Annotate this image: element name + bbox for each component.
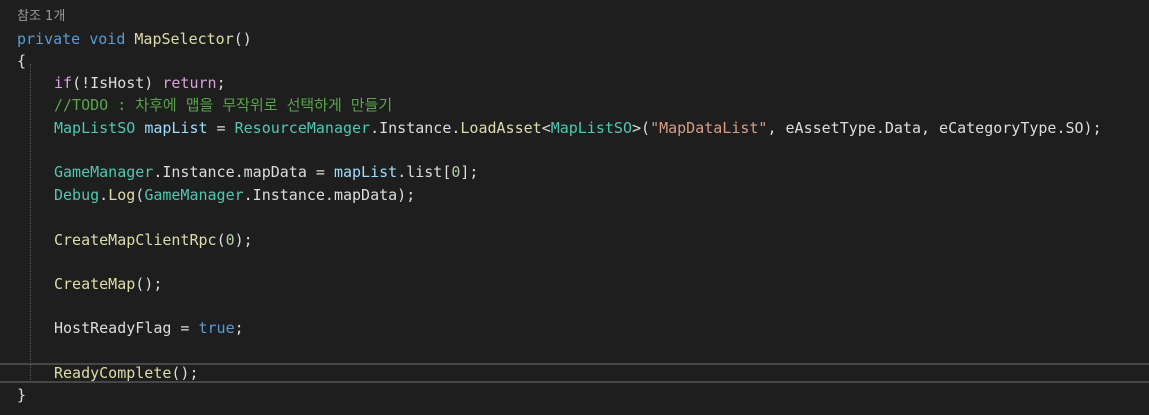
member-access: .Instance. bbox=[370, 119, 461, 137]
arguments: , eAssetType.Data, eCategoryType.SO); bbox=[767, 119, 1102, 137]
code-line-host-ready-flag[interactable]: HostReadyFlag = true; bbox=[17, 317, 244, 339]
method-name: MapSelector bbox=[134, 30, 234, 48]
code-line-open-brace[interactable]: { bbox=[17, 50, 26, 72]
method-createmapclientrpc: CreateMapClientRpc bbox=[54, 231, 217, 249]
method-loadasset: LoadAsset bbox=[460, 119, 542, 137]
method-createmap: CreateMap bbox=[54, 275, 136, 293]
type-maplistso-generic: MapListSO bbox=[550, 119, 632, 137]
assignment-hostreadyflag: HostReadyFlag = bbox=[54, 319, 199, 337]
open-brace: { bbox=[17, 52, 27, 70]
code-editor[interactable]: 참조 1개 private void MapSelector() { if(!I… bbox=[0, 0, 1149, 415]
punctuation: () bbox=[233, 30, 252, 48]
generic-close: >( bbox=[632, 119, 651, 137]
code-line-assign-mapdata[interactable]: GameManager.Instance.mapData = mapList.l… bbox=[17, 161, 478, 183]
close-brace: } bbox=[17, 386, 27, 404]
semicolon: ; bbox=[216, 74, 226, 92]
string-mapdatalist: "MapDataList" bbox=[650, 119, 768, 137]
call-parens: (); bbox=[135, 275, 163, 293]
paren-close: ); bbox=[234, 231, 253, 249]
member-access: .Instance.mapData); bbox=[243, 186, 416, 204]
codelens-references[interactable]: 참조 1개 bbox=[17, 6, 65, 28]
paren-open: ( bbox=[135, 186, 145, 204]
code-line-create-map-client-rpc[interactable]: CreateMapClientRpc(0); bbox=[17, 229, 253, 251]
number-zero: 0 bbox=[225, 231, 235, 249]
paren-open: ( bbox=[216, 231, 226, 249]
code-line-method-signature[interactable]: private void MapSelector() bbox=[17, 28, 252, 50]
type-gamemanager: GameManager bbox=[54, 163, 154, 181]
type-gamemanager: GameManager bbox=[144, 186, 244, 204]
code-line-close-brace[interactable]: } bbox=[17, 384, 26, 406]
generic-open: < bbox=[541, 119, 551, 137]
todo-comment: //TODO : 차후에 맵을 무작위로 선택하게 만들기 bbox=[54, 96, 393, 114]
member-access: .Instance.mapData = bbox=[153, 163, 334, 181]
type-maplistso: MapListSO bbox=[54, 119, 136, 137]
code-line-todo-comment[interactable]: //TODO : 차후에 맵을 무작위로 선택하게 만들기 bbox=[17, 94, 392, 116]
semicolon: ; bbox=[234, 319, 244, 337]
keyword-return: return bbox=[162, 74, 217, 92]
index-close: ]; bbox=[460, 163, 479, 181]
keyword-if: if bbox=[54, 74, 73, 92]
call-parens: (); bbox=[171, 364, 199, 382]
type-debug: Debug bbox=[54, 186, 100, 204]
assign-operator: = bbox=[207, 119, 235, 137]
variable-maplist: mapList bbox=[144, 119, 208, 137]
dot: . bbox=[99, 186, 109, 204]
keyword-void: void bbox=[89, 30, 126, 48]
code-line-debug-log[interactable]: Debug.Log(GameManager.Instance.mapData); bbox=[17, 184, 415, 206]
code-line-if-host[interactable]: if(!IsHost) return; bbox=[17, 72, 226, 94]
index-open: .list[ bbox=[397, 163, 452, 181]
code-line-ready-complete[interactable]: ReadyComplete(); bbox=[17, 362, 199, 384]
method-log: Log bbox=[108, 186, 136, 204]
keyword-true: true bbox=[198, 319, 235, 337]
condition: (!IsHost) bbox=[72, 74, 163, 92]
keyword-private: private bbox=[17, 30, 81, 48]
type-resourcemanager: ResourceManager bbox=[234, 119, 371, 137]
code-line-load-asset[interactable]: MapListSO mapList = ResourceManager.Inst… bbox=[17, 117, 1102, 139]
variable-maplist: mapList bbox=[333, 163, 398, 181]
method-readycomplete: ReadyComplete bbox=[54, 364, 172, 382]
code-line-create-map[interactable]: CreateMap(); bbox=[17, 273, 162, 295]
